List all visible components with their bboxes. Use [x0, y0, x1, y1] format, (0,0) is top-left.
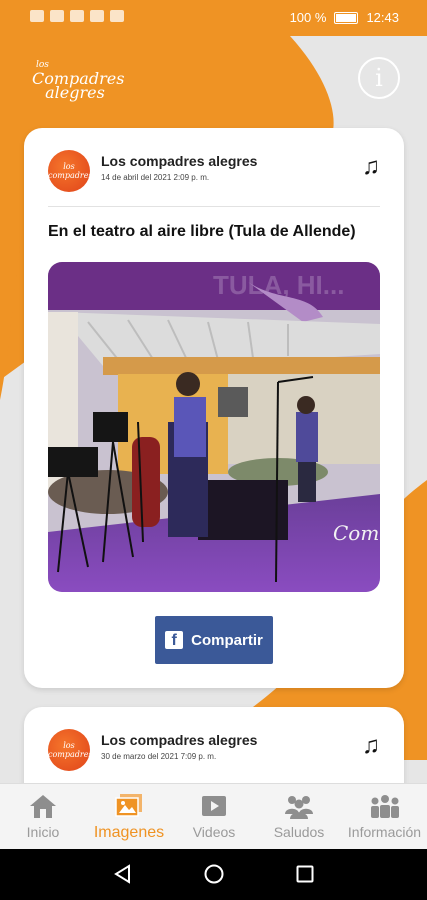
- nav-item-inicio[interactable]: Inicio: [0, 784, 86, 850]
- nav-label: Inicio: [26, 824, 60, 840]
- nav-label: Saludos: [273, 824, 325, 840]
- home-icon: [30, 795, 56, 818]
- usb-icon: [70, 10, 84, 22]
- info-circle-icon[interactable]: i: [358, 57, 400, 99]
- nav-item-imagenes[interactable]: Imagenes: [86, 784, 172, 850]
- nav-label: Imagenes: [93, 824, 165, 841]
- people-icon: [285, 796, 313, 819]
- music-note-icon[interactable]: ♫: [362, 155, 380, 179]
- bottom-navigation: Inicio Imagenes Videos Saludos Informaci…: [0, 783, 427, 850]
- status-bar: 100 % 12:43: [0, 0, 427, 36]
- post-date: 14 de abril del 2021 2:09 p. m.: [101, 173, 210, 182]
- clock: 12:43: [366, 10, 399, 25]
- app-notification-icon: [90, 10, 104, 22]
- post-author: Los compadres alegres: [101, 732, 258, 748]
- share-label: Compartir: [191, 631, 263, 649]
- images-icon: [115, 794, 142, 817]
- video-icon: [202, 796, 226, 816]
- nav-label: Información: [347, 824, 422, 840]
- avatar: los compadres: [48, 150, 93, 192]
- nav-item-saludos[interactable]: Saludos: [256, 784, 342, 850]
- nav-label: Videos: [192, 824, 236, 840]
- app-logo: los Compadres alegres: [32, 60, 125, 102]
- avatar: los compadres: [48, 729, 93, 771]
- post-title: En el teatro al aire libre (Tula de Alle…: [48, 223, 356, 240]
- divider: [48, 206, 380, 207]
- recents-icon[interactable]: [294, 863, 316, 885]
- photo-watermark: Compadres alegres: [333, 521, 380, 545]
- wifi-icon: [50, 10, 64, 22]
- battery-percent: 100 %: [289, 10, 327, 25]
- share-facebook-button[interactable]: f Compartir: [155, 616, 273, 664]
- signal-icon: [30, 10, 44, 22]
- facebook-icon: f: [165, 631, 184, 649]
- nav-item-informacion[interactable]: Información: [342, 784, 427, 850]
- group-icon: [370, 795, 399, 818]
- nav-item-videos[interactable]: Videos: [172, 784, 256, 850]
- post-author: Los compadres alegres: [101, 153, 258, 169]
- post-card: los compadres Los compadres alegres 14 de…: [24, 128, 404, 688]
- battery-icon: [334, 11, 359, 24]
- home-button-icon[interactable]: [203, 863, 225, 885]
- post-photo[interactable]: TULA, HI... Com: [48, 262, 380, 592]
- system-navigation-bar: [0, 849, 427, 900]
- youtube-notification-icon: [110, 10, 124, 22]
- post-date: 30 de marzo del 2021 7:09 p. m.: [101, 752, 217, 761]
- back-icon[interactable]: [112, 863, 134, 885]
- music-note-icon[interactable]: ♫: [362, 734, 380, 758]
